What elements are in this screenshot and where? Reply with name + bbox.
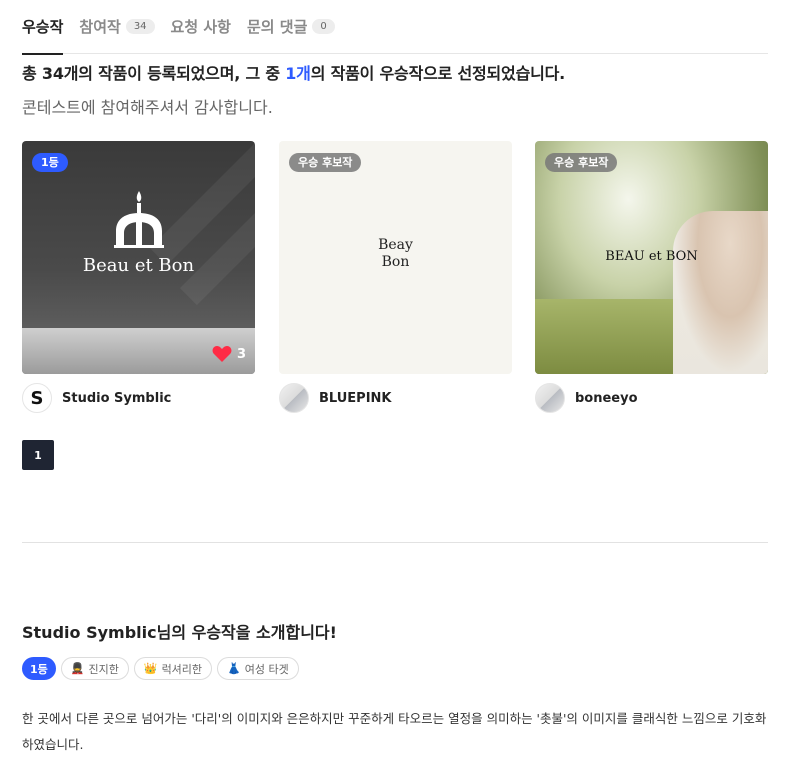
tab-label: 요청 사항 [170,18,231,36]
avatar [279,383,309,413]
page-button[interactable]: 1 [22,440,54,470]
tag-list: 1등 💂 진지한 👑 럭셔리한 👗 여성 타겟 [22,657,304,680]
heart-icon [212,346,232,362]
person-figure [673,211,768,374]
tab-winners[interactable]: 우승작 [22,0,64,55]
entry-card[interactable]: Beay Bon 우승 후보작 BLUEPINK [279,141,512,413]
winner-intro-title: Studio Symblic님의 우승작을 소개합니다! [22,623,337,642]
tag-chip: 👑 럭셔리한 [133,657,213,680]
count-badge: 0 [312,19,335,34]
guard-icon: 💂 [70,662,85,675]
tag-label: 여성 타겟 [244,662,289,676]
entry-thumbnail[interactable]: Beay Bon 우승 후보작 [279,141,512,374]
tag-label: 진지한 [88,662,119,676]
count-badge: 34 [125,19,155,34]
rank-badge: 1등 [32,153,68,172]
author-name: BLUEPINK [319,390,392,406]
image-logo-text: Beay Bon [279,237,512,271]
candidate-badge: 우승 후보작 [289,153,362,172]
tag-chip: 💂 진지한 [60,657,129,680]
crown-icon: 👑 [143,662,158,675]
image-logo-text: BEAU et BON [605,249,698,264]
entry-thumbnail[interactable]: Beau et Bon 1등 3 [22,141,255,374]
tag-chip: 👗 여성 타겟 [217,657,299,680]
dress-icon: 👗 [227,662,241,675]
logo-line: Bon [381,254,410,270]
entry-card[interactable]: BEAU et BON 우승 후보작 boneeyo [535,141,768,413]
candidate-badge: 우승 후보작 [545,153,618,172]
author-name: boneeyo [575,390,638,406]
tab-bar: 우승작 참여작 34 요청 사항 문의 댓글 0 [22,0,768,55]
rank-chip: 1등 [22,657,56,680]
result-summary: 총 34개의 작품이 등록되었으며, 그 중 1개의 작품이 우승작으로 선정되… [22,60,565,84]
author-row[interactable]: boneeyo [535,383,768,413]
tag-label: 럭셔리한 [161,662,203,676]
avatar [535,383,565,413]
candle-bridge-logo-icon [114,191,164,248]
tab-comments[interactable]: 문의 댓글 0 [247,0,335,54]
author-row[interactable]: S Studio Symblic [22,383,255,413]
author-row[interactable]: BLUEPINK [279,383,512,413]
thanks-message: 콘테스트에 참여해주셔서 감사합니다. [22,98,273,117]
section-divider [22,542,768,543]
entry-thumbnail[interactable]: BEAU et BON 우승 후보작 [535,141,768,374]
tab-label: 우승작 [22,18,64,36]
image-logo-text: Beau et Bon [82,255,195,276]
winner-description: 한 곳에서 다른 곳으로 넘어가는 '다리'의 이미지와 은은하지만 꾸준하게 … [22,711,767,752]
summary-text: 의 작품이 우승작으로 선정되었습니다. [310,64,566,83]
tab-label: 문의 댓글 [246,18,308,36]
avatar: S [22,383,52,413]
logo-line: Beay [378,237,413,253]
like-count: 3 [236,346,246,362]
winner-count: 1개 [285,64,311,83]
entry-card[interactable]: Beau et Bon 1등 3 S Studio Symblic [22,141,255,413]
summary-text: 총 34개의 작품이 등록되었으며, 그 중 [22,64,286,83]
like-button[interactable]: 3 [212,345,246,363]
author-name: Studio Symblic [62,390,172,406]
tab-label: 참여작 [79,18,121,36]
tab-entries[interactable]: 참여작 34 [79,0,155,54]
tab-requirements[interactable]: 요청 사항 [171,0,231,54]
